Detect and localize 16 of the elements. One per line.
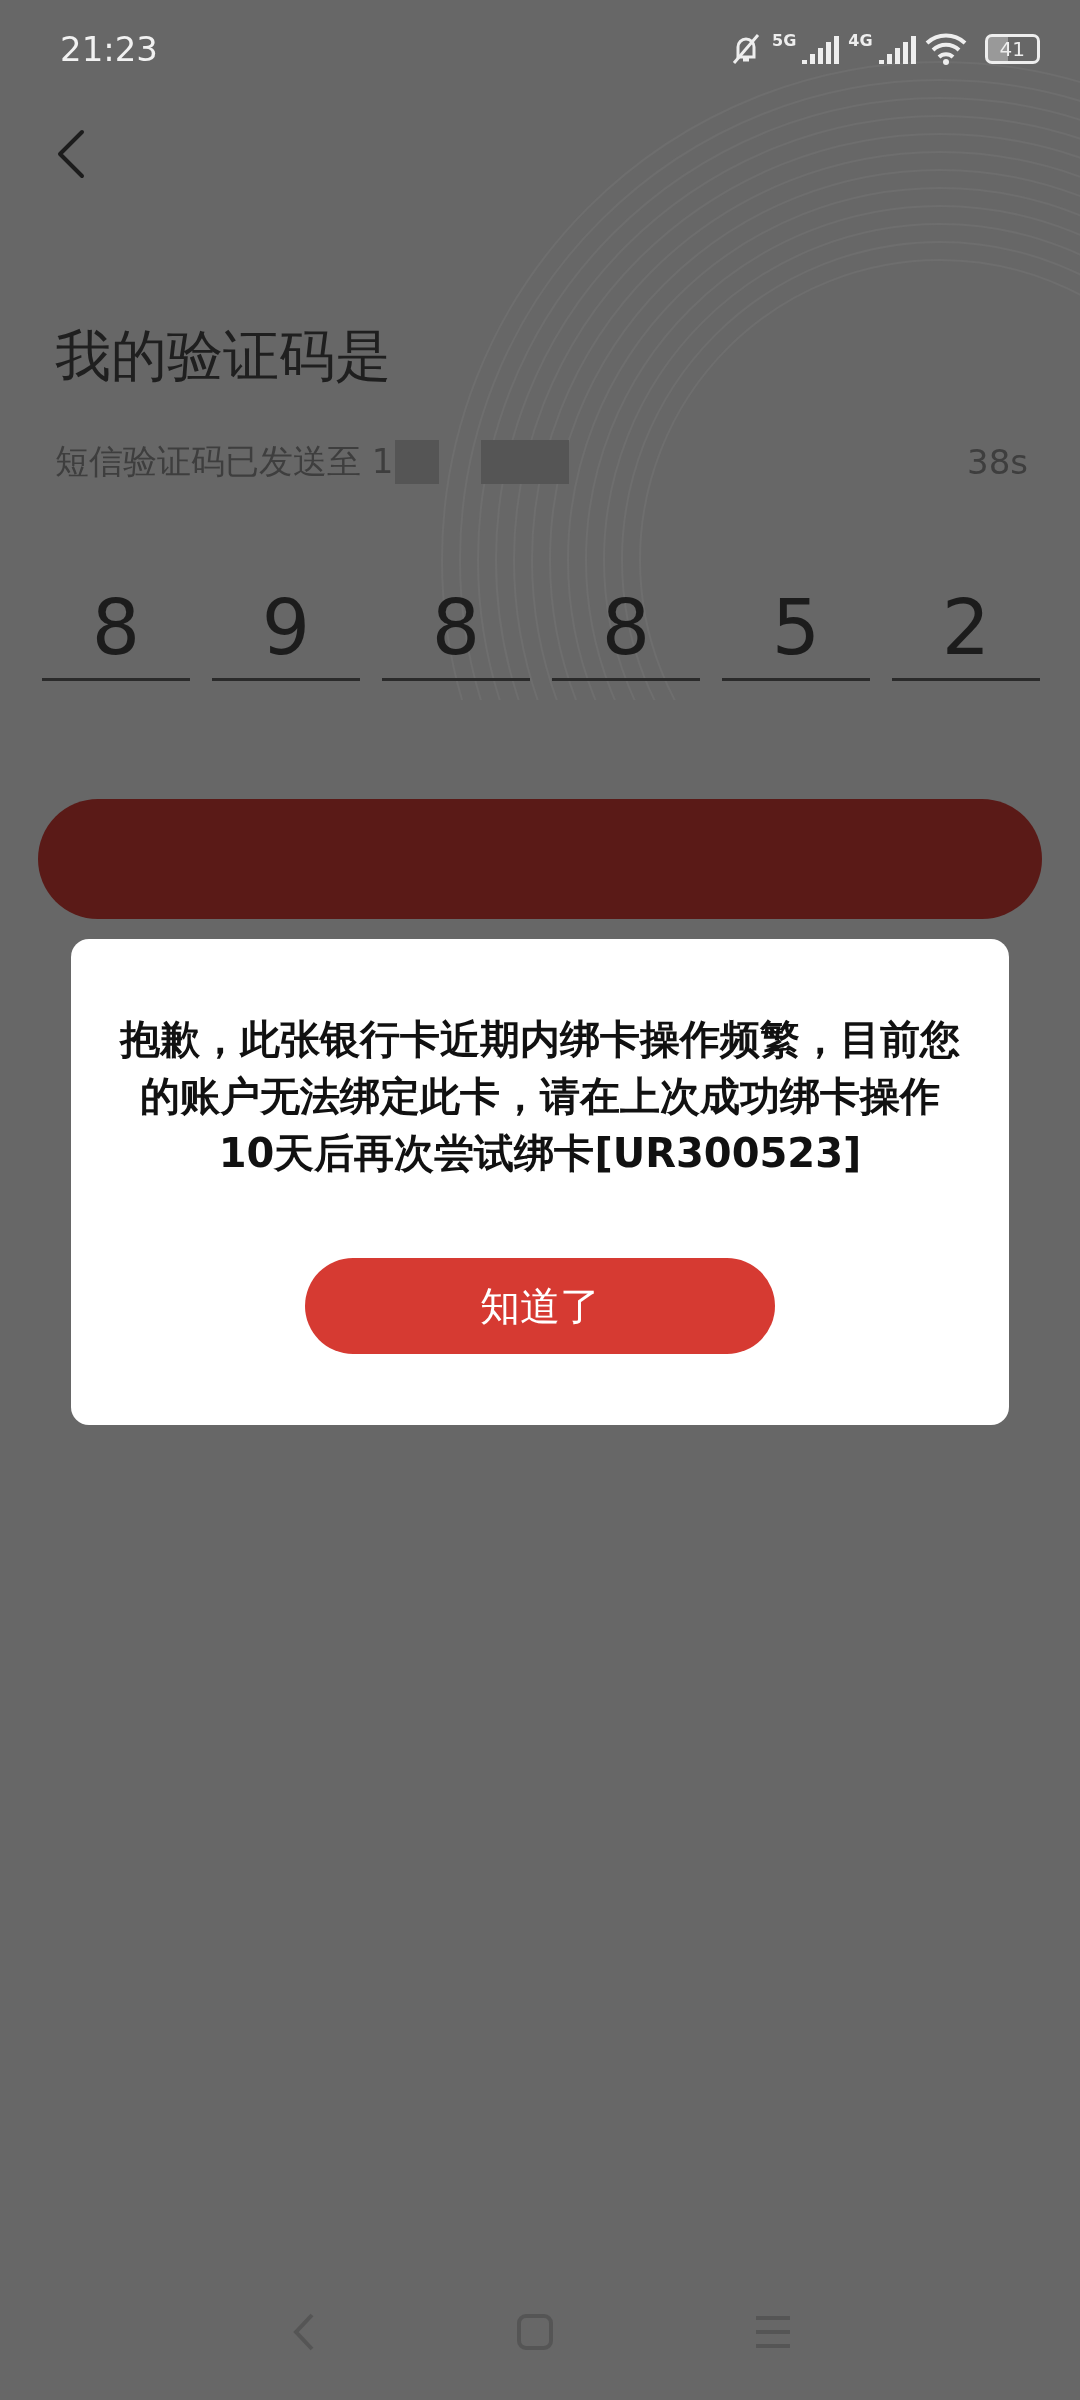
code-digit-field[interactable]: 8 bbox=[42, 573, 190, 681]
page-title: 我的验证码是 bbox=[55, 322, 392, 390]
status-time: 21:23 bbox=[60, 29, 158, 69]
code-digit-field[interactable]: 8 bbox=[382, 573, 530, 681]
network-type-label: 4G bbox=[848, 31, 873, 50]
signal-icon bbox=[878, 34, 919, 64]
network-type-label: 5G bbox=[772, 31, 797, 50]
battery-indicator: 41 bbox=[984, 34, 1040, 64]
wifi-icon bbox=[924, 33, 967, 65]
code-digit-field[interactable]: 9 bbox=[212, 573, 360, 681]
code-digit-field[interactable]: 5 bbox=[722, 573, 870, 681]
acknowledge-button[interactable]: 知道了 bbox=[305, 1258, 775, 1354]
back-icon[interactable] bbox=[56, 129, 86, 179]
code-digit-field[interactable]: 2 bbox=[892, 573, 1040, 681]
code-digit-field[interactable]: 8 bbox=[552, 573, 700, 681]
dialog-message: 抱歉，此张银行卡近期内绑卡操作频繁，目前您的账户无法绑定此卡，请在上次成功绑卡操作10天后再次尝试绑卡[UR300523] bbox=[118, 1015, 961, 1178]
